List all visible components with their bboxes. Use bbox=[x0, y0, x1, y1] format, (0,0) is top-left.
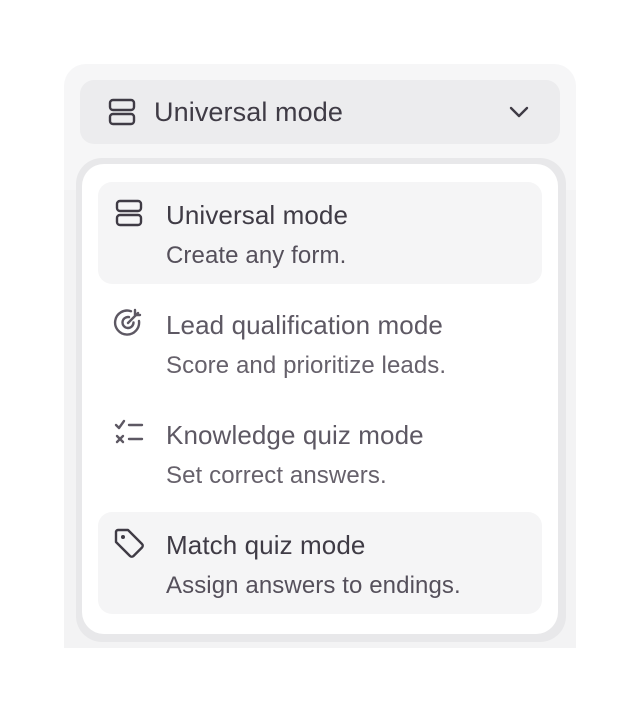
rows-icon bbox=[112, 196, 146, 230]
chevron-down-icon bbox=[504, 97, 534, 127]
menu-item-lead-qualification-mode[interactable]: Lead qualification mode Score and priori… bbox=[98, 292, 542, 394]
rows-icon bbox=[106, 96, 138, 128]
menu-item-universal-mode[interactable]: Universal mode Create any form. bbox=[98, 182, 542, 284]
menu-item-title: Universal mode bbox=[166, 200, 349, 230]
menu-item-title: Knowledge quiz mode bbox=[166, 420, 424, 450]
selected-mode-label: Universal mode bbox=[154, 96, 343, 127]
menu-item-title: Lead qualification mode bbox=[166, 310, 443, 340]
menu-item-description: Score and prioritize leads. bbox=[166, 352, 447, 379]
tag-icon bbox=[112, 526, 146, 560]
mode-picker-stage: Universal mode Universal mode Create any… bbox=[0, 0, 640, 713]
mode-dropdown-menu: Universal mode Create any form. Lead qua… bbox=[82, 164, 558, 634]
menu-item-description: Assign answers to endings. bbox=[166, 572, 461, 599]
menu-item-title: Match quiz mode bbox=[166, 530, 366, 560]
menu-item-description: Create any form. bbox=[166, 242, 347, 269]
mode-select-button[interactable]: Universal mode bbox=[80, 80, 560, 144]
menu-item-description: Set correct answers. bbox=[166, 462, 387, 489]
menu-item-knowledge-quiz-mode[interactable]: Knowledge quiz mode Set correct answers. bbox=[98, 402, 542, 504]
target-icon bbox=[112, 306, 146, 340]
checklist-icon bbox=[112, 416, 146, 450]
menu-item-match-quiz-mode[interactable]: Match quiz mode Assign answers to ending… bbox=[98, 512, 542, 614]
